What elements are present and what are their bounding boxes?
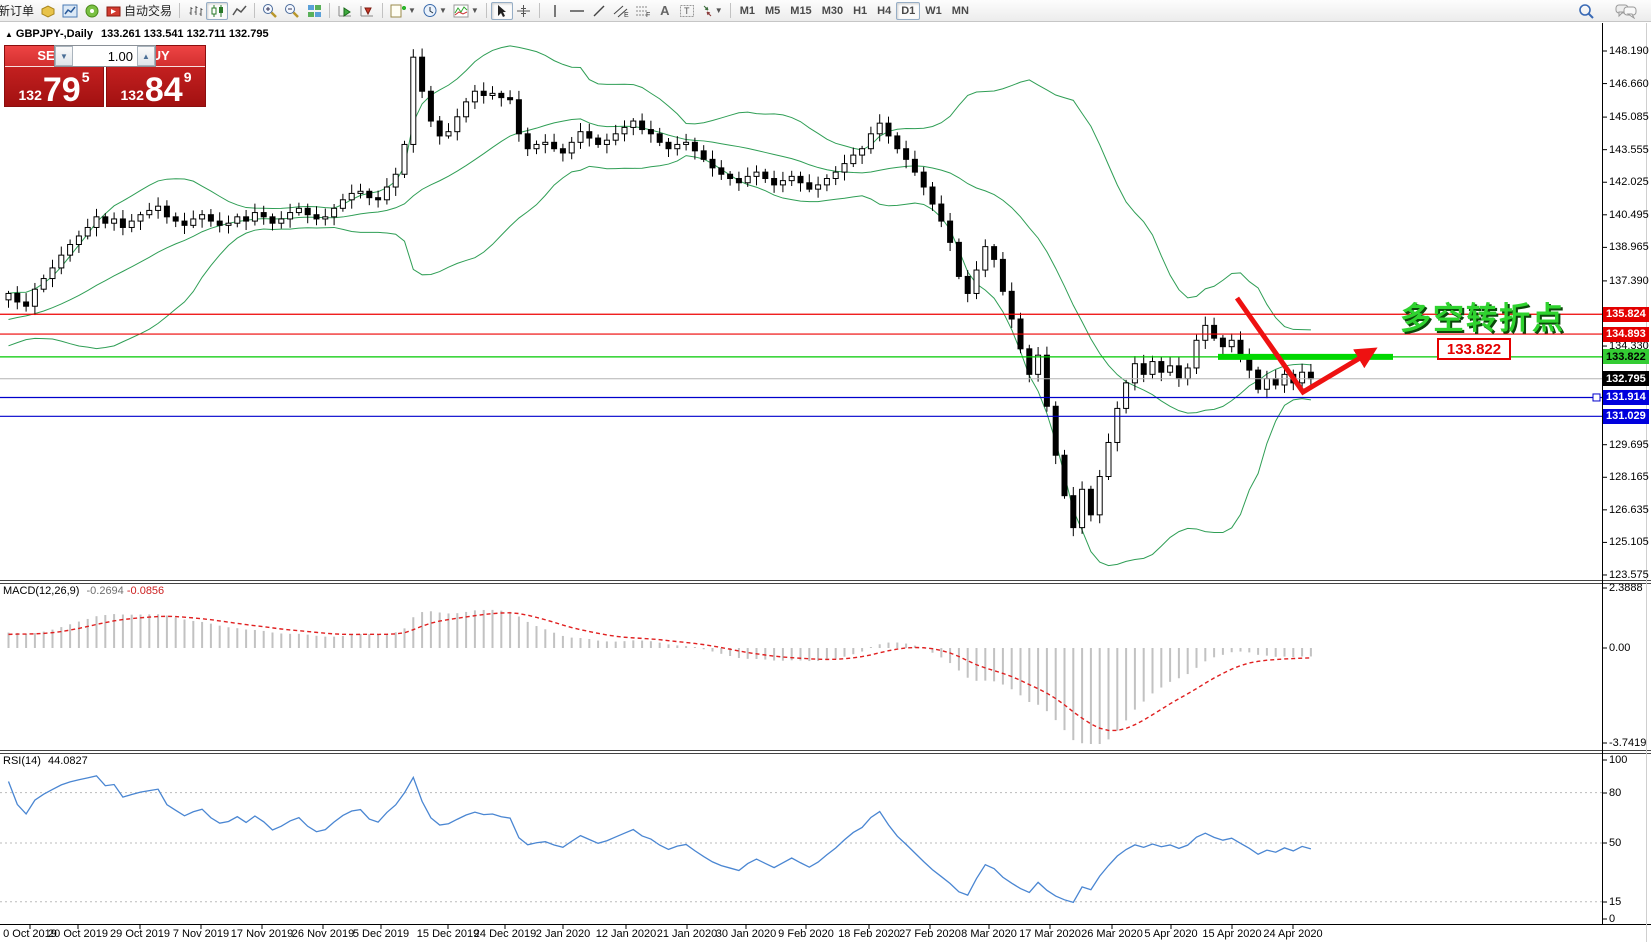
candlesticks: [6, 48, 1313, 536]
sell-price-sup: 5: [82, 69, 90, 85]
rsi-line: [9, 776, 1311, 903]
timeframe-bar: M1M5M15M30H1H4D1W1MN: [735, 2, 974, 20]
new-order-button[interactable]: 新订单: [0, 2, 37, 20]
macd-signal-line: [9, 613, 1311, 731]
volume-increase-button[interactable]: ▲: [137, 46, 155, 66]
trendline-icon[interactable]: [588, 2, 610, 20]
rsi-pane[interactable]: [0, 776, 1602, 903]
cursor-icon[interactable]: [491, 2, 513, 20]
svg-text:E: E: [624, 12, 629, 18]
timeframe-button-m5[interactable]: M5: [760, 2, 785, 20]
periods-icon[interactable]: ▼: [419, 2, 450, 20]
timeframe-button-mn[interactable]: MN: [947, 2, 974, 20]
search-icon[interactable]: [1575, 2, 1598, 20]
templates-icon[interactable]: ▼: [387, 2, 419, 20]
tile-windows-icon[interactable]: [303, 2, 325, 20]
toolbar-separator: [382, 3, 383, 18]
toolbar-right-group: [1575, 2, 1648, 20]
timeframe-button-h4[interactable]: H4: [872, 2, 896, 20]
signals-icon[interactable]: [81, 2, 103, 20]
buy-price-big: 84: [145, 73, 183, 107]
volume-control: ▼ ▲: [54, 45, 156, 67]
new-order-label: 新订单: [0, 2, 34, 19]
buy-price-small: 132: [121, 87, 144, 103]
zoom-in-icon[interactable]: [259, 2, 281, 20]
toolbar-separator: [539, 3, 540, 18]
line-selection-handle[interactable]: [1593, 394, 1600, 401]
fibonacci-icon[interactable]: F: [632, 2, 654, 20]
timeframe-button-h1[interactable]: H1: [848, 2, 872, 20]
sell-price: 132 79 5: [5, 67, 103, 109]
crosshair-icon[interactable]: [513, 2, 535, 20]
timeframe-button-m30[interactable]: M30: [817, 2, 848, 20]
toolbar-separator: [486, 3, 487, 18]
candlestick-chart-icon[interactable]: [206, 2, 228, 20]
equidistant-channel-icon[interactable]: E: [610, 2, 632, 20]
bar-chart-icon[interactable]: [184, 2, 206, 20]
pane-frames: [0, 23, 1651, 942]
timeframe-button-m1[interactable]: M1: [735, 2, 760, 20]
chevron-down-icon: ▼: [408, 6, 416, 15]
toolbar-separator: [179, 3, 180, 18]
one-click-trading-panel: SELL 132 79 5 BUY 132 84 9 ▼ ▲: [4, 45, 206, 107]
main-toolbar: 新订单 自动交易 ▼ ▼: [0, 0, 1651, 22]
chevron-down-icon: ▼: [471, 6, 479, 15]
timeframe-button-w1[interactable]: W1: [920, 2, 947, 20]
toolbar-separator: [730, 3, 731, 18]
vertical-line-icon[interactable]: [544, 2, 566, 20]
sell-price-big: 79: [43, 73, 81, 107]
text-label-icon[interactable]: T: [676, 2, 698, 20]
zoom-out-icon[interactable]: [281, 2, 303, 20]
text-icon[interactable]: A: [654, 2, 676, 20]
buy-price: 132 84 9: [107, 67, 205, 109]
volume-decrease-button[interactable]: ▼: [55, 46, 73, 66]
line-chart-icon[interactable]: [228, 2, 250, 20]
autotrading-label: 自动交易: [124, 2, 172, 19]
timeframe-button-m15[interactable]: M15: [785, 2, 816, 20]
chevron-down-icon: ▼: [715, 6, 723, 15]
timeframe-button-d1[interactable]: D1: [896, 2, 920, 20]
main-price-pane[interactable]: [6, 46, 1313, 566]
svg-text:F: F: [646, 12, 650, 18]
chart-annotations[interactable]: [0, 298, 1602, 416]
buy-price-sup: 9: [184, 69, 192, 85]
svg-text:T: T: [684, 6, 690, 16]
indicators-icon[interactable]: ▼: [450, 2, 482, 20]
volume-input[interactable]: [73, 46, 137, 66]
auto-scroll-icon[interactable]: [334, 2, 356, 20]
toolbar-separator: [329, 3, 330, 18]
toolbar-separator: [254, 3, 255, 18]
sell-price-small: 132: [19, 87, 42, 103]
charts-window-icon[interactable]: [59, 2, 81, 20]
horizontal-line-icon[interactable]: [566, 2, 588, 20]
chat-icon[interactable]: [1612, 2, 1640, 20]
bollinger-middle-band: [9, 119, 1311, 413]
macd-pane[interactable]: [9, 610, 1311, 744]
autotrading-button[interactable]: 自动交易: [103, 2, 175, 20]
arrows-tool-icon[interactable]: ▼: [698, 2, 726, 20]
chart-shift-icon[interactable]: [356, 2, 378, 20]
chevron-down-icon: ▼: [439, 6, 447, 15]
text-tool-glyph: A: [660, 3, 669, 18]
chart-canvas[interactable]: [0, 0, 1651, 942]
new-order-icon[interactable]: [37, 2, 59, 20]
mt4-terminal: { "toolbar":{ "new_order_label":"新订单", "…: [0, 0, 1651, 942]
